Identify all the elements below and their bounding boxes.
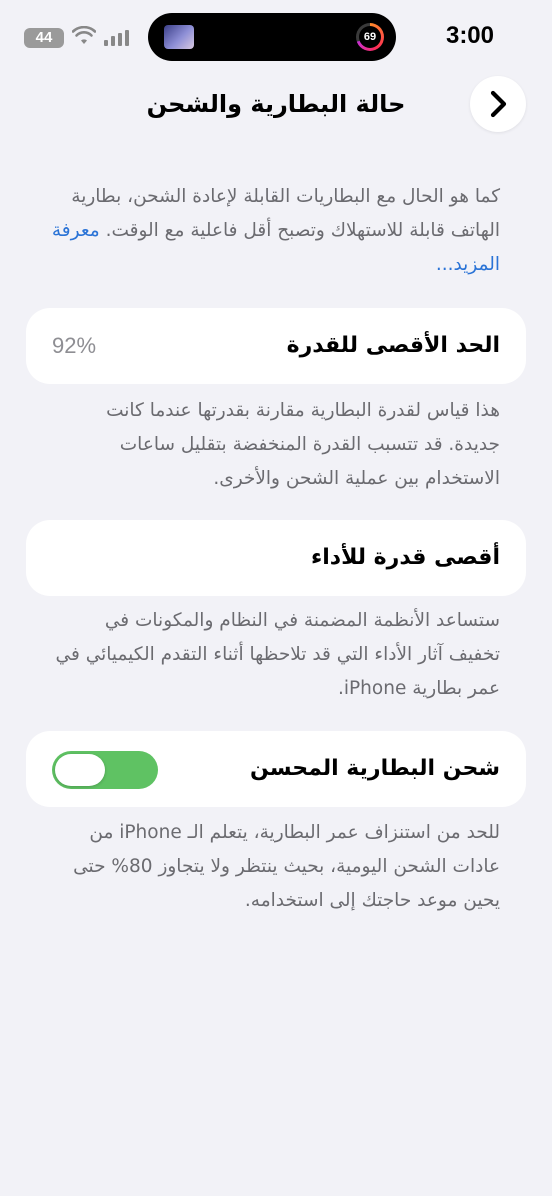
optimized-charging-toggle[interactable] [52, 751, 158, 789]
chevron-right-icon [490, 90, 507, 118]
activity-ring-value: 69 [359, 26, 381, 48]
status-time: 3:00 [445, 22, 495, 49]
optimized-charging-row: شحن البطارية المحسن [26, 731, 526, 807]
now-playing-thumbnail [164, 25, 194, 49]
dynamic-island[interactable]: 69 [148, 13, 396, 61]
battery-level-badge: 44 [24, 28, 64, 48]
battery-health-screen: 44 69 3:00 حالة البطارية والشحن كما هو ا… [0, 0, 552, 1196]
toggle-knob [55, 754, 105, 786]
status-bar: 44 69 3:00 [0, 0, 552, 76]
cellular-signal-icon [104, 30, 130, 46]
page-title: حالة البطارية والشحن [146, 90, 406, 118]
peak-performance-label: أقصى قدرة للأداء [310, 545, 500, 570]
intro-description: كما هو الحال مع البطاريات القابلة لإعادة… [50, 180, 500, 282]
optimized-charging-description: للحد من استنزاف عمر البطارية، يتعلم الـ … [73, 822, 500, 911]
max-capacity-label: الحد الأقصى للقدرة [286, 333, 500, 358]
max-capacity-row: الحد الأقصى للقدرة 92% [26, 308, 526, 384]
optimized-charging-label: شحن البطارية المحسن [250, 756, 500, 781]
peak-performance-row: أقصى قدرة للأداء [26, 520, 526, 596]
max-capacity-value: 92% [52, 333, 97, 358]
peak-performance-description: ستساعد الأنظمة المضمنة في النظام والمكون… [55, 610, 500, 699]
activity-ring-icon: 69 [356, 23, 384, 51]
intro-text: كما هو الحال مع البطاريات القابلة لإعادة… [71, 186, 500, 241]
max-capacity-description: هذا قياس لقدرة البطارية مقارنة بقدرتها ع… [106, 400, 500, 489]
wifi-icon [72, 26, 96, 44]
back-button[interactable] [470, 76, 526, 132]
